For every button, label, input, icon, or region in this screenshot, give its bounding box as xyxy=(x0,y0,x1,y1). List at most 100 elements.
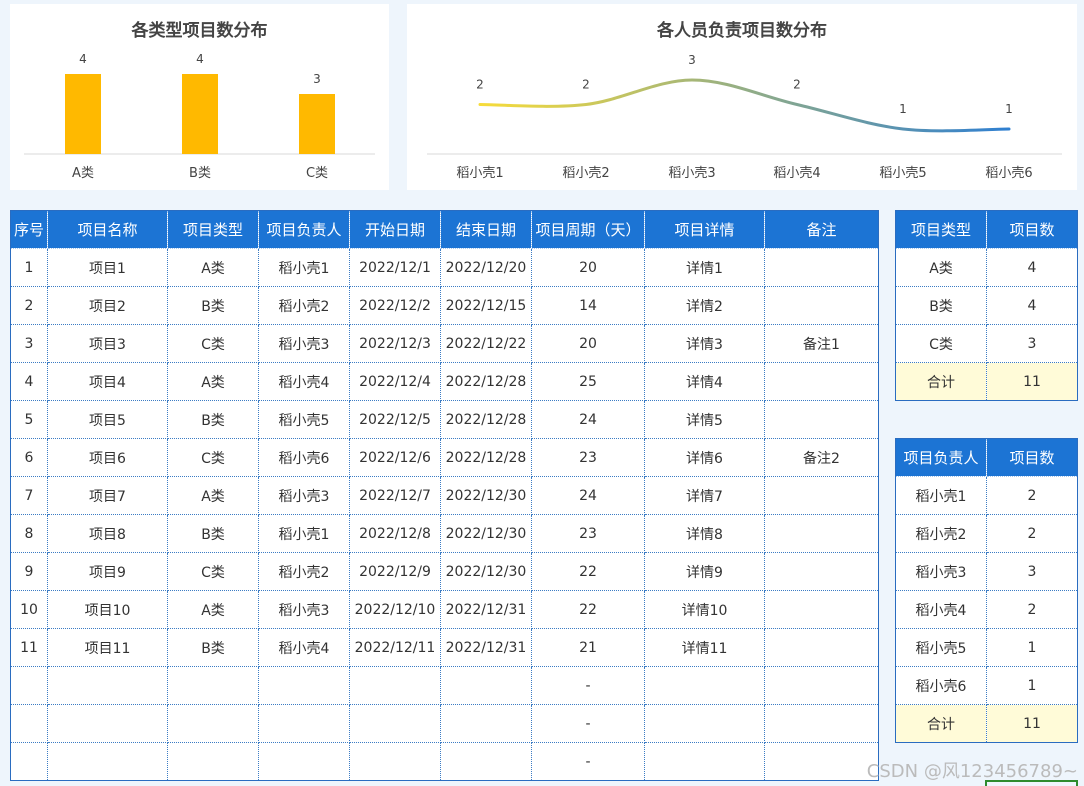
table-cell xyxy=(764,286,879,325)
table-cell xyxy=(644,666,765,705)
table-cell: 项目2 xyxy=(47,286,168,325)
data-label: 1 xyxy=(1005,102,1013,116)
column-header: 开始日期 xyxy=(349,210,441,249)
table-cell xyxy=(764,248,879,287)
table-cell: 备注1 xyxy=(764,324,879,363)
table-header-row: 项目类型 项目数 xyxy=(895,210,1078,249)
table-cell: 2022/12/7 xyxy=(349,476,441,515)
data-label: 3 xyxy=(313,72,321,86)
table-cell: 项目4 xyxy=(47,362,168,401)
table-cell: 稻小壳4 xyxy=(258,628,350,667)
column-header: 项目负责人 xyxy=(895,438,987,477)
table-row: 10 项目10 A类 稻小壳3 2022/12/10 2022/12/31 22 详情10 xyxy=(10,590,879,629)
column-header: 项目类型 xyxy=(167,210,259,249)
table-row: 2 项目2 B类 稻小壳2 2022/12/2 2022/12/15 14 详情2 xyxy=(10,286,879,325)
table-cell: 项目5 xyxy=(47,400,168,439)
total-row: 合计 11 xyxy=(895,704,1078,743)
table-row: 稻小壳5 1 xyxy=(895,628,1078,667)
table-cell xyxy=(10,704,48,743)
type-summary-table: 项目类型 项目数 A类 4 B类 4 C类 3 合计 11 xyxy=(895,210,1078,401)
table-row: B类 4 xyxy=(895,286,1078,325)
table-cell: 项目3 xyxy=(47,324,168,363)
table-cell: 2022/12/9 xyxy=(349,552,441,591)
table-cell: 11 xyxy=(10,628,48,667)
table-cell: 合计 xyxy=(895,362,987,401)
table-cell: 2 xyxy=(10,286,48,325)
x-tick-label: 稻小壳6 xyxy=(985,166,1032,181)
table-cell: 1 xyxy=(986,628,1078,667)
table-cell: B类 xyxy=(167,514,259,553)
table-row: 1 项目1 A类 稻小壳1 2022/12/1 2022/12/20 20 详情1 xyxy=(10,248,879,287)
table-row: 稻小壳3 3 xyxy=(895,552,1078,591)
column-header: 项目详情 xyxy=(644,210,765,249)
person-line-chart: 各人员负责项目数分布 2 稻小壳1 2 稻小壳2 3 稻小壳3 2 稻小壳4 1 稻小壳5 1 稻小壳… xyxy=(407,4,1077,190)
x-tick-label: 稻小壳5 xyxy=(879,166,926,181)
table-cell: A类 xyxy=(167,590,259,629)
table-cell xyxy=(440,742,532,781)
table-cell: A类 xyxy=(167,476,259,515)
type-bar-chart: 各类型项目数分布 4 A类 4 B类 3 C类 xyxy=(10,4,389,190)
total-row: 合计 11 xyxy=(895,362,1078,401)
table-row: - xyxy=(10,704,879,743)
column-header: 项目负责人 xyxy=(258,210,350,249)
x-tick-label: 稻小壳2 xyxy=(562,166,609,181)
table-cell xyxy=(47,704,168,743)
x-tick-label: B类 xyxy=(189,166,211,181)
table-row: 4 项目4 A类 稻小壳4 2022/12/4 2022/12/28 25 详情4 xyxy=(10,362,879,401)
table-cell xyxy=(167,704,259,743)
column-header: 项目数 xyxy=(986,438,1078,477)
table-cell: 2022/12/6 xyxy=(349,438,441,477)
table-cell: 1 xyxy=(10,248,48,287)
table-row: 5 项目5 B类 稻小壳5 2022/12/5 2022/12/28 24 详情5 xyxy=(10,400,879,439)
bar xyxy=(182,74,218,154)
data-label: 2 xyxy=(793,78,801,92)
table-cell: 详情8 xyxy=(644,514,765,553)
table-cell xyxy=(167,742,259,781)
table-cell xyxy=(764,400,879,439)
table-cell: 项目9 xyxy=(47,552,168,591)
x-tick-label: 稻小壳4 xyxy=(773,166,820,181)
table-cell: 20 xyxy=(531,324,645,363)
table-cell: A类 xyxy=(895,248,987,287)
table-cell: 稻小壳3 xyxy=(258,476,350,515)
table-cell: 2022/12/15 xyxy=(440,286,532,325)
table-cell xyxy=(644,742,765,781)
table-cell xyxy=(764,666,879,705)
table-cell: 3 xyxy=(986,552,1078,591)
table-cell: 8 xyxy=(10,514,48,553)
column-header: 项目名称 xyxy=(47,210,168,249)
x-tick-label: 稻小壳1 xyxy=(456,166,503,181)
table-cell xyxy=(167,666,259,705)
table-cell xyxy=(258,666,350,705)
project-table: 序号 项目名称 项目类型 项目负责人 开始日期 结束日期 项目周期（天） 项目详情 备注 1 项目… xyxy=(10,210,879,781)
table-row: 稻小壳1 2 xyxy=(895,476,1078,515)
table-cell: B类 xyxy=(895,286,987,325)
table-cell: 项目6 xyxy=(47,438,168,477)
table-cell: 合计 xyxy=(895,704,987,743)
table-cell: A类 xyxy=(167,248,259,287)
table-cell: 项目11 xyxy=(47,628,168,667)
table-cell xyxy=(440,666,532,705)
table-header-row: 项目负责人 项目数 xyxy=(895,438,1078,477)
table-cell: C类 xyxy=(895,324,987,363)
table-row: 稻小壳6 1 xyxy=(895,666,1078,705)
table-cell: 20 xyxy=(531,248,645,287)
table-row: A类 4 xyxy=(895,248,1078,287)
data-label: 2 xyxy=(582,78,590,92)
table-cell: 23 xyxy=(531,438,645,477)
series-line xyxy=(478,78,1011,133)
table-cell xyxy=(349,666,441,705)
table-cell: 稻小壳3 xyxy=(258,324,350,363)
table-cell: 5 xyxy=(10,400,48,439)
table-cell: 详情10 xyxy=(644,590,765,629)
table-row: 稻小壳4 2 xyxy=(895,590,1078,629)
table-cell: 2022/12/3 xyxy=(349,324,441,363)
column-header: 备注 xyxy=(764,210,879,249)
table-cell: 稻小壳4 xyxy=(258,362,350,401)
table-cell: 3 xyxy=(986,324,1078,363)
table-cell: 项目7 xyxy=(47,476,168,515)
table-cell: 6 xyxy=(10,438,48,477)
table-cell xyxy=(764,590,879,629)
table-cell: 2022/12/28 xyxy=(440,400,532,439)
table-cell xyxy=(764,704,879,743)
